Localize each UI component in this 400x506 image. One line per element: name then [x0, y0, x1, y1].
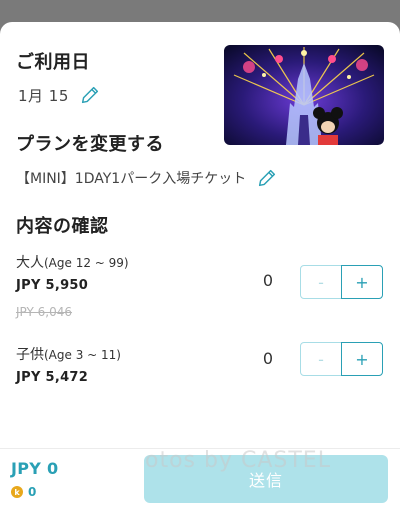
points-value: 0	[28, 485, 37, 499]
checkout-footer: JPY 0 k 0 送信	[0, 448, 400, 506]
child-plus-button[interactable]: +	[341, 342, 383, 376]
plan-section-title: プランを変更する	[16, 134, 164, 155]
adult-quantity: 0	[262, 271, 274, 290]
date-section-title: ご利用日	[16, 52, 90, 73]
date-row[interactable]: 1月 15	[18, 84, 101, 106]
ticket-original-price: JPY 6,046	[16, 305, 73, 319]
adult-plus-button[interactable]: +	[341, 265, 383, 299]
ticket-age: (Age 12 ~ 99)	[44, 256, 129, 270]
ticket-type: 大人	[16, 255, 44, 271]
date-value: 1月 15	[18, 86, 69, 105]
hero-image	[224, 45, 384, 145]
confirm-section-title: 内容の確認	[16, 216, 109, 237]
adult-minus-button[interactable]: -	[300, 265, 342, 299]
points-balance: k 0	[11, 485, 36, 499]
plan-row[interactable]: 【MINI】1DAY1パーク入場チケット	[16, 167, 278, 189]
child-minus-button[interactable]: -	[300, 342, 342, 376]
booking-sheet: ご利用日 1月 15 プランを変更する 【MINI】1DAY1パーク入場チケット…	[0, 22, 400, 506]
submit-button[interactable]: 送信	[144, 455, 388, 503]
pencil-icon[interactable]	[79, 84, 101, 106]
plan-value: 【MINI】1DAY1パーク入場チケット	[16, 171, 247, 187]
pencil-icon[interactable]	[256, 167, 278, 189]
coin-icon: k	[11, 486, 23, 498]
child-quantity: 0	[262, 349, 274, 368]
ticket-age: (Age 3 ~ 11)	[44, 348, 121, 362]
total-price: JPY 0	[11, 459, 59, 478]
ticket-type: 子供	[16, 347, 44, 363]
